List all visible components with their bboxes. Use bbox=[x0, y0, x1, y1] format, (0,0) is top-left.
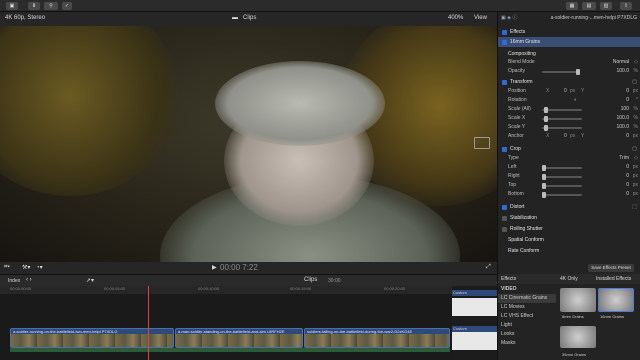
preview-label: Custom bbox=[452, 290, 498, 296]
zoom-dropdown[interactable]: 400% bbox=[448, 15, 463, 21]
ruler-tick: 00:00:20:00 bbox=[384, 286, 406, 291]
effect-thumb-16mm[interactable] bbox=[598, 288, 634, 312]
timeline-clip[interactable]: a-soldier-running-on-the-battlefield-two… bbox=[10, 328, 174, 348]
scale-all-row[interactable]: Scale (All) 100% bbox=[498, 105, 640, 114]
play-button[interactable]: ▶ bbox=[212, 264, 217, 271]
timeline-header: Index ‹ › Clips 30:00 ➚▾ bbox=[0, 274, 497, 286]
position-row[interactable]: Position X 0 px Y 0 px bbox=[498, 87, 640, 96]
timeline-clip[interactable]: soldiers-falling-on-the-battlefield-duri… bbox=[304, 328, 450, 348]
category-lc-vhs-effect[interactable]: LC VHS Effect bbox=[498, 312, 556, 321]
rate-conform-section[interactable]: Rate Conform bbox=[498, 246, 640, 256]
inspector-panel: ▣ ◈ ⓘ a-soldier-running-...men-helpi P7X… bbox=[497, 12, 640, 274]
share-button[interactable]: ⇪ bbox=[620, 2, 632, 10]
rolling-shutter-section[interactable]: Rolling Shutter bbox=[498, 224, 640, 234]
category-looks[interactable]: Looks bbox=[498, 330, 556, 339]
category-light[interactable]: Light bbox=[498, 321, 556, 330]
4k-only-toggle[interactable]: 4K Only bbox=[560, 276, 578, 282]
audio-track[interactable] bbox=[10, 348, 450, 352]
top-toolbar: ▣ ⬇ ⚲ ✓ ▦ ▤ ▥ ⇪ bbox=[0, 0, 640, 12]
crop-type-row[interactable]: Type Trim ◇ bbox=[498, 154, 640, 163]
playhead[interactable] bbox=[148, 286, 149, 360]
installed-effects-dropdown[interactable]: Installed Effects bbox=[596, 276, 631, 282]
fullscreen-icon[interactable]: ⤢ bbox=[486, 264, 491, 271]
crop-right-row[interactable]: Right 0 px bbox=[498, 172, 640, 181]
layout-inspector-button[interactable]: ▥ bbox=[600, 2, 612, 10]
preview-frame bbox=[452, 332, 498, 350]
libraries-button[interactable]: ▣ bbox=[6, 2, 18, 10]
enhance-icon[interactable]: ⚒▾ bbox=[22, 264, 30, 271]
anchor-row[interactable]: Anchor X 0 px Y 0 px bbox=[498, 132, 640, 141]
timeline-title: Clips bbox=[304, 277, 318, 283]
effect-thumb-label: 8mm Grains bbox=[562, 314, 584, 319]
scale-y-row[interactable]: Scale Y 100.0% bbox=[498, 123, 640, 132]
preview-frame bbox=[452, 298, 498, 316]
ruler-tick: 00:00:10:00 bbox=[198, 286, 220, 291]
opacity-row[interactable]: Opacity 100.0% bbox=[498, 67, 640, 76]
timecode-display: 00:00 7:22 bbox=[220, 263, 258, 272]
effect-thumb-label: 35mm Grains bbox=[562, 352, 587, 357]
distort-onscreen-icon: ⬚ bbox=[632, 204, 637, 210]
category-video[interactable]: VIDEO bbox=[498, 285, 556, 294]
effect-item-16mm[interactable]: 16mm Grains bbox=[498, 37, 640, 47]
film-icon: ▬ bbox=[232, 15, 238, 21]
ruler-tick: 00:00:00:00 bbox=[10, 286, 32, 291]
effect-thumb-label: 16mm Grains bbox=[600, 314, 625, 319]
onscreen-control-icon[interactable] bbox=[474, 137, 490, 149]
view-dropdown[interactable]: View bbox=[474, 15, 487, 21]
ruler-tick: 00:00:15:00 bbox=[290, 286, 312, 291]
select-tool-icon[interactable]: ➚▾ bbox=[86, 277, 94, 284]
spatial-conform-section[interactable]: Spatial Conform bbox=[498, 235, 640, 245]
speed-icon[interactable]: ◔▾ bbox=[36, 264, 43, 271]
clip-name: a-soldier-running-...men-helpi P7XDLG bbox=[550, 15, 637, 21]
viewer-title: Clips bbox=[243, 15, 257, 21]
category-lc-cinematic-grains[interactable]: LC Cinematic Grains bbox=[498, 294, 556, 303]
effects-title: Effects bbox=[501, 276, 517, 282]
transform-onscreen-icon: ▢ bbox=[632, 79, 637, 85]
background-tasks-button[interactable]: ✓ bbox=[62, 2, 72, 10]
rotation-row[interactable]: Rotation ◐ 0 ° bbox=[498, 96, 640, 105]
ruler-tick: 00:00:05:00 bbox=[104, 286, 126, 291]
timeline-duration: 30:00 bbox=[328, 278, 341, 284]
effect-thumb-35mm[interactable] bbox=[560, 326, 596, 348]
keyword-button[interactable]: ⚲ bbox=[44, 2, 58, 10]
effects-browser: Effects 4K Only Installed Effects VIDEO … bbox=[497, 274, 640, 360]
category-lc-movies[interactable]: LC Movies bbox=[498, 303, 556, 312]
inspector-tabs-icon[interactable]: ▣ ◈ ⓘ bbox=[501, 14, 517, 23]
back-icon[interactable]: ‹ › bbox=[26, 277, 32, 283]
index-button[interactable]: Index bbox=[8, 278, 20, 284]
format-label: 4K 60p, Stereo bbox=[5, 15, 46, 21]
effect-preview-panel: Custom Custom bbox=[452, 286, 498, 360]
save-effects-preset-button[interactable]: Save Effects Preset bbox=[588, 264, 634, 272]
transform-section[interactable]: Transform ▢ bbox=[498, 77, 640, 87]
crop-top-row[interactable]: Top 0 px bbox=[498, 181, 640, 190]
cap-shape bbox=[215, 61, 385, 146]
viewer-controls: ⌗▾ ⚒▾ ◔▾ ▶ 00:00 7:22 ⤢ bbox=[0, 262, 497, 274]
foliage-bokeh-left bbox=[0, 26, 180, 196]
timeline-ruler[interactable]: 00:00:00:00 00:00:05:00 00:00:10:00 00:0… bbox=[0, 286, 452, 294]
video-viewer[interactable] bbox=[0, 26, 497, 262]
inspector-header: ▣ ◈ ⓘ a-soldier-running-...men-helpi P7X… bbox=[498, 14, 640, 23]
crop-tool-icon[interactable]: ⌗▾ bbox=[4, 264, 10, 271]
scale-x-row[interactable]: Scale X 100.0% bbox=[498, 114, 640, 123]
blend-mode-row[interactable]: Blend Mode Normal ◇ bbox=[498, 58, 640, 67]
distort-section[interactable]: Distort ⬚ bbox=[498, 202, 640, 212]
layout-grid-button[interactable]: ▦ bbox=[566, 2, 578, 10]
crop-bottom-row[interactable]: Bottom 0 px bbox=[498, 190, 640, 199]
effect-thumb-8mm[interactable] bbox=[560, 288, 596, 312]
layout-browser-button[interactable]: ▤ bbox=[582, 2, 596, 10]
crop-left-row[interactable]: Left 0 px bbox=[498, 163, 640, 172]
category-masks[interactable]: Masks bbox=[498, 339, 556, 348]
timeline-area[interactable]: a-soldier-running-on-the-battlefield-two… bbox=[0, 294, 452, 360]
rotation-dial-icon: ◐ bbox=[574, 97, 578, 103]
crop-section[interactable]: Crop ▢ bbox=[498, 144, 640, 154]
import-button[interactable]: ⬇ bbox=[28, 2, 40, 10]
viewer-header: 4K 60p, Stereo ▬ Clips 400% View bbox=[0, 12, 497, 26]
timeline-clip[interactable]: a-man-soldier-standing-on-the-battlefiel… bbox=[175, 328, 303, 348]
effects-browser-header: Effects 4K Only Installed Effects bbox=[498, 274, 640, 284]
crop-onscreen-icon: ▢ bbox=[632, 146, 637, 152]
effects-section[interactable]: Effects bbox=[498, 27, 640, 37]
stabilization-section[interactable]: Stabilization bbox=[498, 213, 640, 223]
